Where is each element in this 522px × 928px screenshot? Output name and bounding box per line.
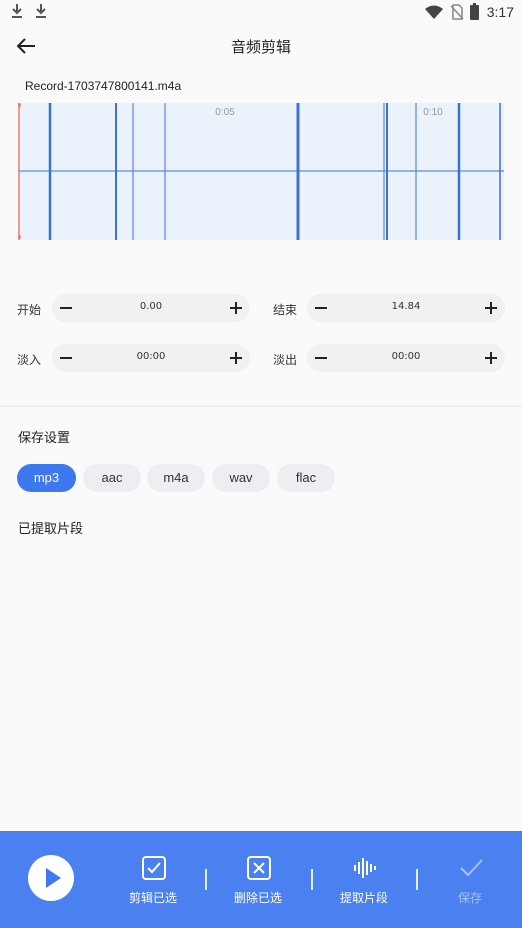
delete-selected-label: 删除已选 [233, 891, 282, 905]
section-divider [0, 405, 522, 407]
fade-out-stepper: 00:00 [307, 344, 505, 372]
play-icon[interactable] [28, 855, 74, 901]
start-label: 开始 [17, 303, 42, 317]
end-label: 结束 [273, 303, 298, 317]
waveform-icon [354, 858, 376, 878]
file-name: Record-1703747800141.m4a [25, 79, 182, 93]
fade-in-value[interactable]: 00:00 [80, 351, 222, 362]
end-stepper: 14.84 [307, 294, 505, 322]
start-decrement-button[interactable] [52, 294, 80, 322]
fade-in-decrement-button[interactable] [52, 344, 80, 372]
bottom-action-bar: 剪辑已选 删除已选 提取片段 保存 [0, 831, 522, 928]
fade-out-value[interactable]: 00:00 [335, 351, 477, 362]
status-time: 3:17 [486, 4, 514, 20]
start-increment-button[interactable] [222, 294, 250, 322]
start-value[interactable]: 0.00 [80, 301, 222, 312]
download-icon [12, 4, 22, 18]
fade-out-label: 淡出 [273, 353, 298, 367]
fade-out-decrement-button[interactable] [307, 344, 335, 372]
end-increment-button[interactable] [477, 294, 505, 322]
battery-icon [470, 3, 479, 20]
action-separator [416, 869, 418, 890]
extracted-segments-title: 已提取片段 [18, 522, 84, 537]
status-bar: 3:17 [0, 0, 522, 24]
extract-segment-label: 提取片段 [339, 891, 388, 905]
fade-in-stepper: 00:00 [52, 344, 250, 372]
waveform-view[interactable]: 0:05 0:10 [18, 103, 504, 240]
save-label: 保存 [457, 891, 482, 905]
save-settings-title: 保存设置 [18, 431, 71, 446]
wifi-icon [425, 5, 443, 19]
delete-selected-button[interactable]: 删除已选 [218, 853, 298, 913]
trim-selected-button[interactable]: 剪辑已选 [113, 853, 193, 913]
format-chip-aac[interactable]: aac [83, 464, 141, 492]
fade-in-increment-button[interactable] [222, 344, 250, 372]
action-separator [311, 869, 313, 890]
page-title: 音频剪辑 [230, 38, 291, 56]
time-marker: 0:05 [215, 107, 235, 118]
trim-selected-label: 剪辑已选 [128, 891, 177, 905]
delete-box-icon [247, 856, 271, 880]
action-separator [205, 869, 207, 890]
extract-segment-button[interactable]: 提取片段 [324, 853, 404, 913]
end-value[interactable]: 14.84 [335, 301, 477, 312]
save-button[interactable]: 保存 [430, 853, 510, 913]
format-chip-mp3[interactable]: mp3 [17, 464, 76, 492]
start-stepper: 0.00 [52, 294, 250, 322]
fade-out-increment-button[interactable] [477, 344, 505, 372]
end-decrement-button[interactable] [307, 294, 335, 322]
checkbox-icon [142, 856, 166, 880]
format-chip-flac[interactable]: flac [277, 464, 335, 492]
time-marker: 0:10 [423, 107, 443, 118]
fade-in-label: 淡入 [17, 353, 42, 367]
checkmark-icon [460, 859, 483, 877]
download-icon [36, 4, 46, 18]
no-sim-icon [450, 4, 464, 20]
format-chip-wav[interactable]: wav [212, 464, 270, 492]
format-chip-m4a[interactable]: m4a [147, 464, 205, 492]
